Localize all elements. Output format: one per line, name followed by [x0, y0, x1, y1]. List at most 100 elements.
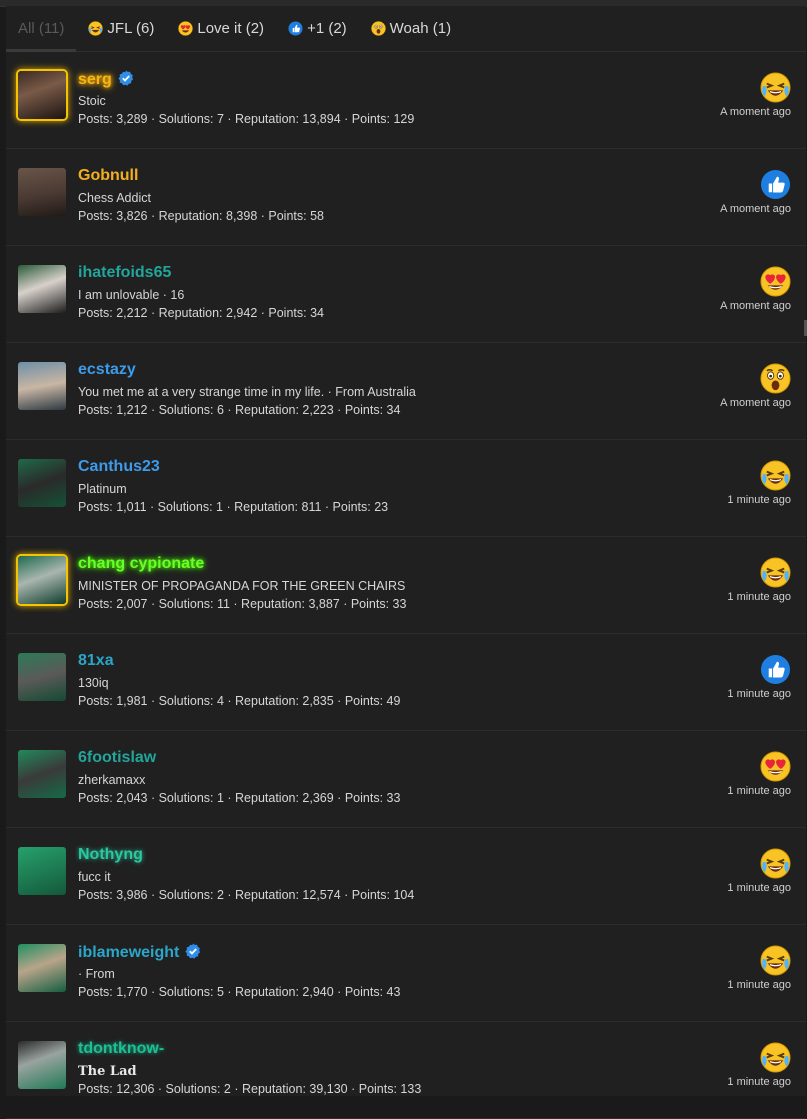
thumbs-up-icon [760, 169, 791, 200]
reactions-panel: All (11) JFL (6) Love it (2) +1 (2) Woah… [6, 6, 806, 1119]
avatar[interactable] [18, 362, 66, 410]
avatar[interactable] [18, 168, 66, 216]
username-text[interactable]: iblameweight [78, 944, 179, 961]
user-title: zherkamaxx [78, 773, 146, 787]
avatar[interactable] [18, 556, 66, 604]
user-title: · From [78, 967, 115, 981]
heart-eyes-icon [760, 266, 791, 297]
user-stats: Posts: 1,981 · Solutions: 4 · Reputation… [78, 694, 401, 708]
username-link[interactable]: 81xa [78, 652, 114, 670]
user-title: The Lad [78, 1064, 137, 1079]
tab-plus-one[interactable]: +1 (2) [276, 6, 359, 51]
username-link[interactable]: serg [78, 70, 134, 89]
user-stats: Posts: 1,770 · Solutions: 5 · Reputation… [78, 985, 401, 999]
username-link[interactable]: tdontknow- [78, 1040, 164, 1058]
reaction-tabs: All (11) JFL (6) Love it (2) +1 (2) Woah… [6, 6, 806, 52]
woah-icon [370, 21, 386, 36]
user-stats: Posts: 3,826 · Reputation: 8,398 · Point… [78, 209, 324, 223]
user-stats: Posts: 2,007 · Solutions: 11 · Reputatio… [78, 597, 407, 611]
user-stats: Posts: 12,306 · Solutions: 2 · Reputatio… [78, 1082, 422, 1096]
reaction-row: chang cypionate MINISTER OF PROPAGANDA FO… [6, 537, 806, 634]
user-stats: Posts: 3,289 · Solutions: 7 · Reputation… [78, 112, 415, 126]
thumbs-up-icon [760, 654, 791, 685]
tab-love-it[interactable]: Love it (2) [166, 6, 276, 51]
reaction-time[interactable]: A moment ago [720, 300, 791, 312]
reaction-time[interactable]: 1 minute ago [727, 882, 791, 894]
username-text[interactable]: chang cypionate [78, 555, 204, 572]
user-title: fucc it [78, 870, 111, 884]
username-text[interactable]: Gobnull [78, 167, 138, 184]
reaction-time[interactable]: A moment ago [720, 397, 791, 409]
reaction-row: ihatefoids65 I am unlovable · 16 Posts: 2,… [6, 246, 806, 343]
reaction-list: serg Stoic Posts: 3,289 · Solutions: 7 · R… [6, 52, 806, 1119]
username-text[interactable]: tdontknow- [78, 1040, 164, 1057]
reaction-time[interactable]: A moment ago [720, 106, 791, 118]
avatar[interactable] [18, 1041, 66, 1089]
username-text[interactable]: Canthus23 [78, 458, 160, 475]
avatar[interactable] [18, 653, 66, 701]
user-title: MINISTER OF PROPAGANDA FOR THE GREEN CHA… [78, 579, 406, 593]
jfl-laugh-icon [88, 21, 104, 36]
username-text[interactable]: ecstazy [78, 361, 136, 378]
reaction-time[interactable]: 1 minute ago [727, 979, 791, 991]
verified-badge-icon [185, 943, 201, 959]
reaction-row: serg Stoic Posts: 3,289 · Solutions: 7 · R… [6, 52, 806, 149]
username-text[interactable]: ihatefoids65 [78, 264, 171, 281]
username-link[interactable]: ecstazy [78, 361, 136, 379]
username-link[interactable]: Canthus23 [78, 458, 160, 476]
tab-label: JFL (6) [107, 20, 155, 37]
username-link[interactable]: iblameweight [78, 943, 201, 962]
username-link[interactable]: ihatefoids65 [78, 264, 171, 282]
user-stats: Posts: 1,212 · Solutions: 6 · Reputation… [78, 403, 401, 417]
user-title: You met me at a very strange time in my … [78, 385, 416, 399]
tab-label: Love it (2) [197, 20, 265, 37]
jfl-laugh-icon [760, 460, 791, 491]
username-link[interactable]: chang cypionate [78, 555, 204, 573]
avatar[interactable] [18, 71, 66, 119]
reaction-row: Canthus23 Platinum Posts: 1,011 · Solution… [6, 440, 806, 537]
jfl-laugh-icon [760, 945, 791, 976]
user-stats: Posts: 2,212 · Reputation: 2,942 · Point… [78, 306, 324, 320]
avatar[interactable] [18, 847, 66, 895]
reaction-time[interactable]: 1 minute ago [727, 688, 791, 700]
tab-jfl[interactable]: JFL (6) [76, 6, 166, 51]
reaction-row: ecstazy You met me at a very strange time… [6, 343, 806, 440]
tab-label: +1 (2) [307, 20, 347, 37]
reaction-time[interactable]: A moment ago [720, 203, 791, 215]
reaction-time[interactable]: 1 minute ago [727, 494, 791, 506]
user-title: Platinum [78, 482, 127, 496]
reaction-row: Nothyng fucc it Posts: 3,986 · Solutions: … [6, 828, 806, 925]
avatar[interactable] [18, 265, 66, 313]
heart-eyes-icon [178, 21, 194, 36]
reaction-row: iblameweight · From Posts: 1,770 · Soluti… [6, 925, 806, 1022]
jfl-laugh-icon [760, 1042, 791, 1073]
user-stats: Posts: 2,043 · Solutions: 1 · Reputation… [78, 791, 401, 805]
username-link[interactable]: Gobnull [78, 167, 138, 185]
reaction-time[interactable]: 1 minute ago [727, 785, 791, 797]
reaction-row: 81xa 130iq Posts: 1,981 · Solutions: 4 · R… [6, 634, 806, 731]
user-stats: Posts: 3,986 · Solutions: 2 · Reputation… [78, 888, 415, 902]
username-text[interactable]: serg [78, 71, 112, 88]
username-text[interactable]: 6footislaw [78, 749, 156, 766]
tab-woah[interactable]: Woah (1) [359, 6, 463, 51]
avatar[interactable] [18, 944, 66, 992]
jfl-laugh-icon [760, 557, 791, 588]
user-title: 130iq [78, 676, 109, 690]
tab-label: Woah (1) [389, 20, 452, 37]
user-title: I am unlovable · 16 [78, 288, 185, 302]
username-link[interactable]: Nothyng [78, 846, 143, 864]
reaction-row: tdontknow- The Lad Posts: 12,306 · Solutio… [6, 1022, 806, 1119]
thumbs-up-icon [288, 21, 303, 36]
username-text[interactable]: Nothyng [78, 846, 143, 863]
username-link[interactable]: 6footislaw [78, 749, 156, 767]
avatar[interactable] [18, 459, 66, 507]
user-title: Stoic [78, 94, 106, 108]
avatar[interactable] [18, 750, 66, 798]
reaction-time[interactable]: 1 minute ago [727, 1076, 791, 1088]
tab-all[interactable]: All (11) [6, 6, 77, 52]
verified-badge-icon [118, 70, 134, 86]
username-text[interactable]: 81xa [78, 652, 114, 669]
reaction-time[interactable]: 1 minute ago [727, 591, 791, 603]
woah-icon [760, 363, 791, 394]
user-title: Chess Addict [78, 191, 151, 205]
